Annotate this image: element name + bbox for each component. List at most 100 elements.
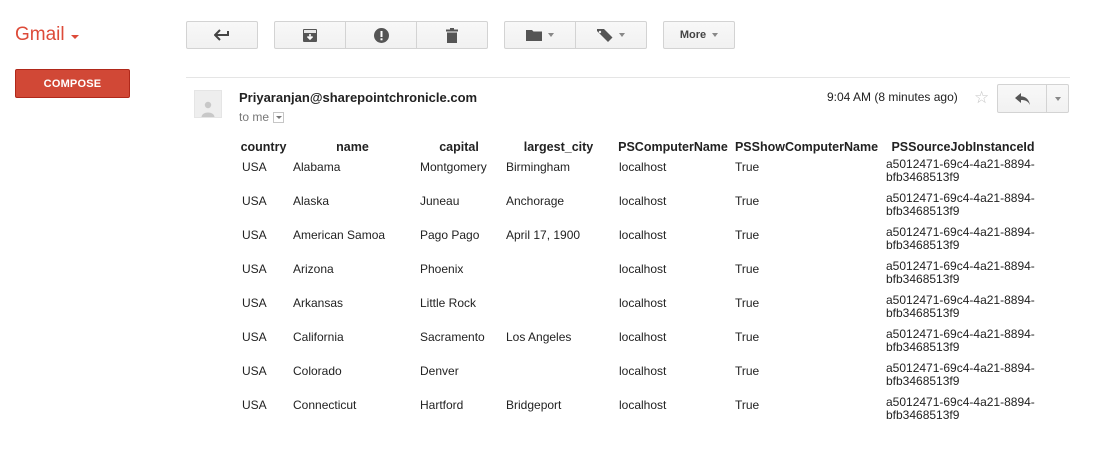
table-row: USA Arizona Phoenix localhost True a5012471-6…	[238, 260, 1044, 294]
compose-button[interactable]: COMPOSE	[15, 69, 130, 98]
table-row: USA California Sacramento Los Angeles localh…	[238, 328, 1044, 362]
chevron-down-icon	[619, 33, 625, 37]
reply-options-button[interactable]	[1046, 85, 1068, 112]
table-cell: True	[735, 330, 760, 344]
table-cell: Little Rock	[420, 296, 477, 310]
table-cell: True	[735, 398, 760, 412]
table-cell: USA	[242, 160, 267, 174]
table-cell	[502, 260, 615, 294]
reply-button[interactable]	[998, 85, 1046, 112]
sender-avatar[interactable]	[194, 90, 222, 118]
table-cell: localhost	[619, 296, 667, 310]
table-row: USA Colorado Denver localhost True a5012471-6…	[238, 362, 1044, 396]
report-spam-button[interactable]	[345, 22, 415, 48]
person-icon	[201, 101, 215, 117]
table-cell: Bridgeport	[506, 398, 562, 412]
table-row: USA Arkansas Little Rock localhost True a5012…	[238, 294, 1044, 328]
organize-group	[504, 21, 647, 49]
message-actions-group	[274, 21, 488, 49]
labels-button[interactable]	[575, 22, 646, 48]
chevron-down-icon	[712, 33, 719, 37]
table-cell: USA	[242, 398, 267, 412]
table-cell: USA	[242, 364, 267, 378]
star-icon[interactable]: ☆	[974, 88, 989, 108]
more-label: More	[679, 29, 707, 41]
table-cell: Phoenix	[420, 262, 464, 276]
show-details-button[interactable]	[273, 111, 285, 123]
table-cell: a5012471-69c4-4a21-8894-bfb3468513f9	[886, 395, 1035, 422]
table-cell: localhost	[619, 262, 667, 276]
table-cell: Arizona	[293, 262, 334, 276]
report-spam-icon	[373, 27, 389, 43]
table-cell: localhost	[619, 194, 667, 208]
table-cell: a5012471-69c4-4a21-8894-bfb3468513f9	[886, 191, 1035, 218]
table-cell: True	[735, 160, 760, 174]
table-cell: localhost	[619, 398, 667, 412]
table-cell: USA	[242, 228, 267, 242]
column-header: country	[240, 140, 287, 154]
archive-button[interactable]	[275, 22, 345, 48]
table-cell: California	[293, 330, 344, 344]
reply-icon	[1014, 92, 1030, 105]
table-header-row: country name capital largest_city PSComp…	[238, 136, 1044, 158]
table-row: USA Alabama Montgomery Birmingham localhost T…	[238, 158, 1044, 192]
table-cell: True	[735, 262, 760, 276]
back-to-inbox-button[interactable]	[186, 21, 258, 49]
table-cell: localhost	[619, 330, 667, 344]
table-cell: Colorado	[293, 364, 342, 378]
table-cell: Connecticut	[293, 398, 357, 412]
folder-icon	[526, 30, 542, 41]
table-cell: a5012471-69c4-4a21-8894-bfb3468513f9	[886, 293, 1035, 320]
move-to-button[interactable]	[505, 22, 575, 48]
email-body-table: country name capital largest_city PSComp…	[238, 136, 1044, 430]
recipient-summary: to me	[239, 110, 285, 124]
delete-button[interactable]	[415, 22, 487, 48]
table-row: USA American Samoa Pago Pago April 17, 1900…	[238, 226, 1044, 260]
column-header: PSShowComputerName	[734, 140, 879, 154]
sender-email[interactable]: Priyaranjan@sharepointchronicle.com	[239, 90, 477, 105]
reply-actions-group	[997, 84, 1069, 113]
table-cell: Birmingham	[506, 160, 571, 174]
table-cell: a5012471-69c4-4a21-8894-bfb3468513f9	[886, 361, 1035, 388]
table-cell: Denver	[420, 364, 459, 378]
table-cell: True	[735, 364, 760, 378]
table-cell: a5012471-69c4-4a21-8894-bfb3468513f9	[886, 259, 1035, 286]
table-cell: USA	[242, 330, 267, 344]
table-cell: Montgomery	[420, 160, 487, 174]
table-cell: Arkansas	[293, 296, 344, 310]
table-cell	[502, 362, 615, 396]
table-row: USA Alaska Juneau Anchorage localhost True a50…	[238, 192, 1044, 226]
table-cell: True	[735, 194, 760, 208]
gmail-app-switcher[interactable]: Gmail	[15, 24, 79, 46]
table-cell: Los Angeles	[506, 330, 572, 344]
table-cell: USA	[242, 296, 267, 310]
chevron-down-icon	[548, 33, 554, 37]
column-header: name	[336, 140, 369, 154]
table-cell: localhost	[619, 364, 667, 378]
compose-label: COMPOSE	[43, 77, 102, 90]
table-cell: April 17, 1900	[506, 228, 581, 242]
table-cell: True	[735, 296, 760, 310]
table-cell: Juneau	[420, 194, 460, 208]
chevron-down-icon	[1054, 96, 1061, 101]
table-cell: a5012471-69c4-4a21-8894-bfb3468513f9	[886, 327, 1035, 354]
table-cell: USA	[242, 262, 267, 276]
table-cell: American Samoa	[293, 228, 386, 242]
column-header: PSComputerName	[618, 140, 728, 154]
chevron-down-icon	[275, 115, 282, 119]
table-cell: Alabama	[293, 160, 341, 174]
header-divider	[186, 77, 1070, 78]
archive-icon	[303, 28, 318, 42]
label-tag-icon	[597, 28, 613, 42]
app-name: Gmail	[15, 24, 65, 45]
message-timestamp: 9:04 AM (8 minutes ago)	[827, 90, 958, 104]
table-cell: Alaska	[293, 194, 330, 208]
table-cell: Pago Pago	[420, 228, 480, 242]
recipient-label: to me	[239, 110, 270, 124]
arrow-back-icon	[214, 29, 229, 41]
table-cell: True	[735, 228, 760, 242]
more-actions-button[interactable]: More	[663, 21, 735, 49]
column-header: largest_city	[523, 140, 594, 154]
column-header: capital	[439, 140, 479, 154]
table-row: USA Connecticut Hartford Bridgeport localhos…	[238, 396, 1044, 430]
